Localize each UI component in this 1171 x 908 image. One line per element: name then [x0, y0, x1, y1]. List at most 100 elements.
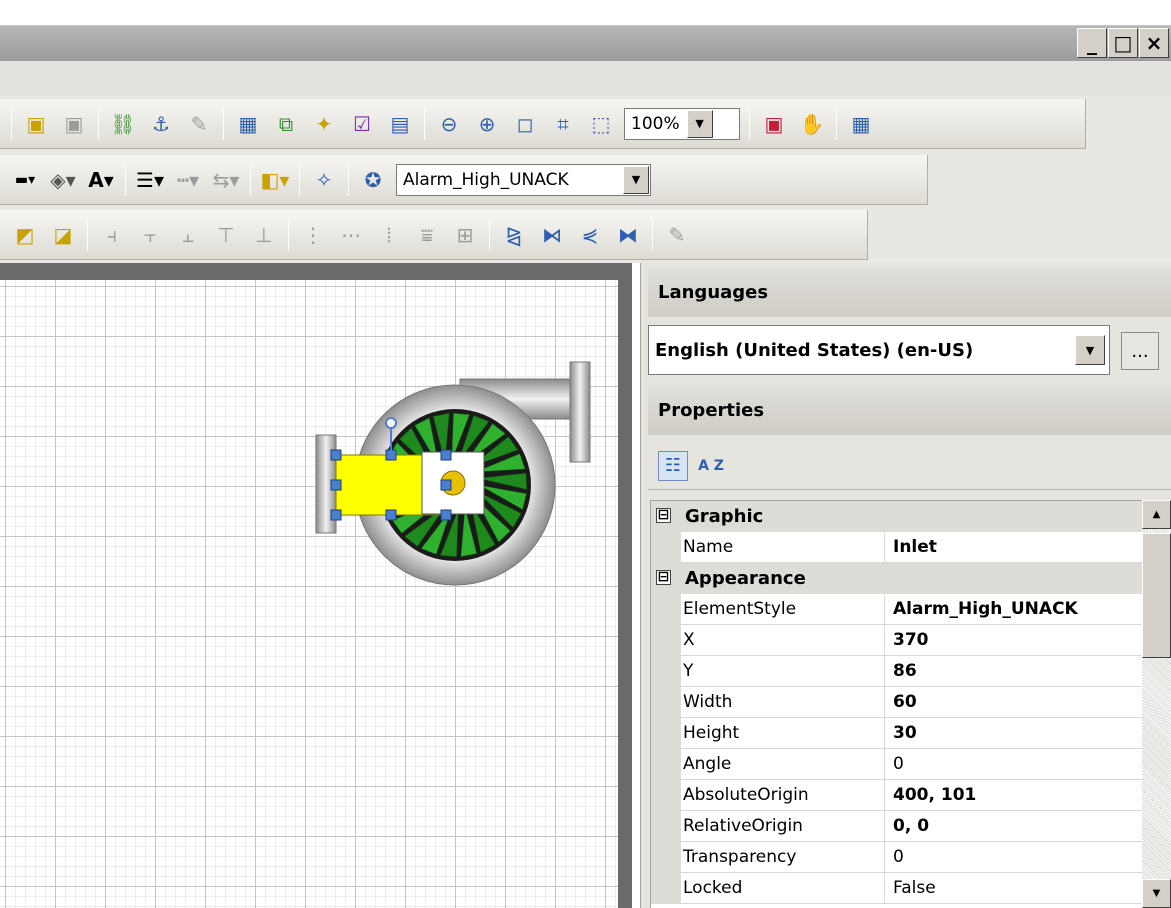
pump-graphic[interactable] [300, 352, 600, 587]
property-row-relativeorigin[interactable]: RelativeOrigin 0, 0 [651, 811, 1142, 842]
space-horizontal-icon[interactable]: ⦙ [374, 220, 404, 250]
preview-icon[interactable]: ▤ [385, 109, 415, 139]
chevron-down-icon[interactable]: ▼ [623, 165, 649, 194]
property-row-width[interactable]: Width 60 [651, 687, 1142, 718]
property-row-elementstyle[interactable]: ElementStyle Alarm_High_UNACK [651, 594, 1142, 625]
anchor-icon[interactable]: ⚓ [146, 109, 176, 139]
line-pattern-icon[interactable]: ┅▾ [173, 165, 203, 195]
line-weight-icon[interactable]: ☰▾ [135, 165, 165, 195]
maximize-button[interactable]: □ [1108, 28, 1138, 58]
collapse-toggle[interactable]: ⊟ [656, 570, 671, 585]
align-center-icon[interactable]: ⫟ [135, 220, 165, 250]
categorized-icon[interactable]: ☷ [658, 450, 688, 481]
property-row-height[interactable]: Height 30 [651, 718, 1142, 749]
wizard-icon[interactable]: ✦ [309, 109, 339, 139]
scrollbar-thumb[interactable] [1142, 533, 1171, 658]
property-row-transparency[interactable]: Transparency 0 [651, 842, 1142, 873]
category-graphic[interactable]: ⊟ Graphic [651, 501, 1142, 532]
link-icon[interactable]: ⛓ [108, 109, 138, 139]
toolbar-separator [98, 107, 99, 140]
property-value[interactable]: Inlet [888, 532, 1142, 563]
property-name: RelativeOrigin [681, 811, 885, 842]
scroll-up-icon[interactable]: ▲ [1142, 500, 1171, 529]
style-picker-icon[interactable]: ✪ [358, 165, 388, 195]
mirror-icon[interactable]: ⧓ [613, 220, 643, 250]
distribute-vertical-icon[interactable]: ⋯ [336, 220, 366, 250]
category-appearance[interactable]: ⊟ Appearance [651, 563, 1142, 594]
zoom-out-icon[interactable]: ⊖ [434, 109, 464, 139]
selection-handle[interactable] [440, 449, 452, 461]
selection-handle[interactable] [440, 479, 452, 491]
languages-header: Languages [648, 267, 1171, 317]
align-top-icon[interactable]: ⊤ [211, 220, 241, 250]
zoom-select[interactable]: 100% ▼ [624, 107, 740, 140]
property-value[interactable]: 0 [888, 842, 1142, 873]
collapse-toggle[interactable]: ⊟ [656, 508, 671, 523]
selection-handle[interactable] [440, 509, 452, 521]
chevron-down-icon[interactable]: ▼ [1075, 335, 1105, 365]
line-color-icon[interactable]: ▬▾ [10, 165, 40, 195]
selection-handle[interactable] [330, 509, 342, 521]
space-vertical-icon[interactable]: ⩸ [412, 220, 442, 250]
send-to-back-icon[interactable]: ◪ [48, 220, 78, 250]
selection-handle[interactable] [330, 479, 342, 491]
property-name: Angle [681, 749, 885, 780]
selection-handle[interactable] [385, 509, 397, 521]
property-value[interactable]: Alarm_High_UNACK [888, 594, 1142, 625]
validate-icon[interactable]: ☑ [347, 109, 377, 139]
rotate-icon[interactable]: ⋞ [575, 220, 605, 250]
copy-graphic-icon[interactable]: ⧉ [271, 109, 301, 139]
center-icon[interactable]: ⊞ [450, 220, 480, 250]
pump-outlet-flange [569, 361, 591, 463]
group-icon[interactable]: ▣ [21, 109, 51, 139]
property-value[interactable]: 370 [888, 625, 1142, 656]
flip-horizontal-icon[interactable]: ⧎ [499, 220, 529, 250]
align-right-icon[interactable]: ⫠ [173, 220, 203, 250]
property-value[interactable]: 30 [888, 718, 1142, 749]
connector-icon[interactable]: ✎ [184, 109, 214, 139]
alphabetical-sort-icon[interactable]: A Z [696, 451, 726, 481]
magic-wand-icon[interactable]: ✧ [309, 165, 339, 195]
zoom-in-icon[interactable]: ⊕ [472, 109, 502, 139]
close-button[interactable]: × [1139, 28, 1169, 58]
property-grid-scrollbar[interactable]: ▲ ▼ [1142, 500, 1171, 908]
align-middle-icon[interactable]: ⊥ [249, 220, 279, 250]
selection-handle[interactable] [330, 449, 342, 461]
grid-icon[interactable]: ▦ [846, 109, 876, 139]
property-value[interactable]: False [888, 873, 1142, 904]
property-row-angle[interactable]: Angle 0 [651, 749, 1142, 780]
property-row-name[interactable]: Name Inlet [651, 532, 1142, 563]
property-value[interactable]: 86 [888, 656, 1142, 687]
language-select[interactable]: English (United States) (en-US) ▼ [648, 325, 1110, 375]
property-value[interactable]: 60 [888, 687, 1142, 718]
property-value[interactable]: 0 [888, 749, 1142, 780]
fill-color-icon[interactable]: ◈▾ [48, 165, 78, 195]
property-row-locked[interactable]: Locked False [651, 873, 1142, 904]
pan-hand-icon[interactable]: ✋ [797, 109, 827, 139]
flip-vertical-icon[interactable]: ⧑ [537, 220, 567, 250]
chevron-down-icon[interactable]: ▼ [686, 109, 713, 138]
line-ends-icon[interactable]: ⇆▾ [211, 165, 241, 195]
property-row-x[interactable]: X 370 [651, 625, 1142, 656]
fit-page-icon[interactable]: ◻ [510, 109, 540, 139]
arrange-icon[interactable]: ◧▾ [260, 165, 290, 195]
edit-points-icon[interactable]: ✎ [662, 220, 692, 250]
distribute-horizontal-icon[interactable]: ⋮ [298, 220, 328, 250]
text-color-icon[interactable]: A▾ [86, 165, 116, 195]
element-style-select[interactable]: Alarm_High_UNACK ▼ [396, 163, 651, 196]
property-row-y[interactable]: Y 86 [651, 656, 1142, 687]
window-icon[interactable]: ▣ [759, 109, 789, 139]
scroll-down-icon[interactable]: ▼ [1142, 879, 1171, 908]
bring-to-front-icon[interactable]: ◩ [10, 220, 40, 250]
align-left-icon[interactable]: ⫞ [97, 220, 127, 250]
property-value[interactable]: 400, 101 [888, 780, 1142, 811]
rotation-handle[interactable] [385, 417, 397, 429]
ungroup-icon[interactable]: ▣ [59, 109, 89, 139]
zoom-selection-icon[interactable]: ⬚ [586, 109, 616, 139]
language-browse-button[interactable]: ... [1121, 332, 1159, 370]
minimize-button[interactable]: _ [1077, 28, 1107, 58]
property-row-absoluteorigin[interactable]: AbsoluteOrigin 400, 101 [651, 780, 1142, 811]
edit-graphic-icon[interactable]: ▦ [233, 109, 263, 139]
fit-content-icon[interactable]: ⌗ [548, 109, 578, 139]
property-value[interactable]: 0, 0 [888, 811, 1142, 842]
